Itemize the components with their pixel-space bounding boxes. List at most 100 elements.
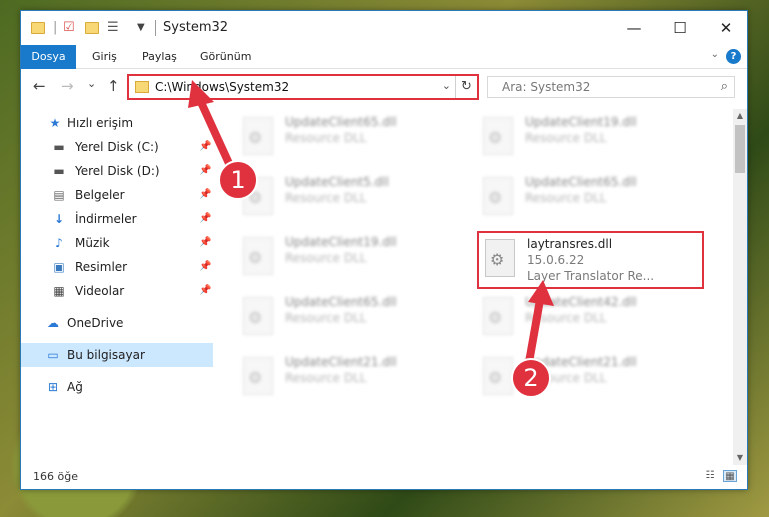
sidebar-item-label: Videolar	[75, 284, 125, 298]
tab-paylas[interactable]: Paylaş	[133, 45, 186, 69]
music-icon: ♪	[55, 236, 63, 250]
dll-file-icon: ⚙	[483, 357, 513, 395]
pin-icon[interactable]: 📌	[199, 159, 211, 183]
dll-file-icon: ⚙	[483, 177, 513, 215]
sidebar-item-label: Müzik	[75, 236, 110, 250]
pin-icon[interactable]: 📌	[199, 135, 211, 159]
sidebar-item-label: Belgeler	[75, 188, 125, 202]
download-icon: ↓	[53, 212, 65, 226]
file-name: UpdateClient65.dll	[525, 175, 637, 189]
file-item[interactable]: ⚙ UpdateClient21.dll Resource DLL	[477, 351, 697, 405]
close-button[interactable]: ✕	[703, 11, 749, 45]
tab-dosya[interactable]: Dosya	[21, 45, 76, 69]
star-icon: ★	[49, 116, 61, 130]
dll-file-icon: ⚙	[243, 117, 273, 155]
forward-button[interactable]: →	[61, 77, 74, 95]
file-item[interactable]: ⚙ UpdateClient19.dll Resource DLL	[237, 231, 457, 285]
sidebar-item-label: İndirmeler	[75, 212, 137, 226]
navigation-bar: ← → ⌄ ↑ C:\Windows\System32 ⌄ ↻ Ara: Sys…	[21, 69, 747, 105]
file-type: Resource DLL	[285, 251, 367, 265]
sidebar-item-this-pc[interactable]: ▭ Bu bilgisayar	[21, 343, 213, 367]
recent-locations-button[interactable]: ⌄	[87, 75, 96, 93]
item-count: 166 öğe	[33, 470, 78, 483]
back-button[interactable]: ←	[33, 77, 46, 95]
dll-file-icon: ⚙	[483, 117, 513, 155]
file-name: UpdateClient19.dll	[525, 115, 637, 129]
sidebar-item-label: Resimler	[75, 260, 128, 274]
sidebar-item-onedrive[interactable]: ☁ OneDrive	[21, 311, 213, 335]
address-path[interactable]: C:\Windows\System32	[155, 80, 289, 94]
search-input[interactable]: Ara: System32 ⌕	[487, 76, 735, 98]
title-separator	[155, 20, 156, 36]
sidebar-item-pictures[interactable]: ▣ Resimler 📌	[21, 255, 213, 279]
computer-icon: ▭	[47, 348, 59, 362]
pin-icon[interactable]: 📌	[199, 231, 211, 255]
file-name: UpdateClient65.dll	[285, 295, 397, 309]
scroll-up-icon[interactable]: ▲	[733, 109, 747, 123]
scroll-thumb[interactable]	[735, 125, 745, 173]
sidebar-item-network[interactable]: ⊞ Ağ	[21, 375, 213, 399]
file-item[interactable]: ⚙ UpdateClient65.dll Resource DLL	[477, 171, 697, 225]
customize-toolbar-icon[interactable]: ☰	[107, 21, 119, 35]
file-type: Resource DLL	[525, 311, 607, 325]
sidebar-item-quick-access[interactable]: ★ Hızlı erişim	[21, 111, 213, 135]
navigation-pane: ★ Hızlı erişim ▬ Yerel Disk (C:) 📌 ▬ Yer…	[21, 109, 213, 465]
tab-gorunum[interactable]: Görünüm	[191, 45, 260, 69]
dll-file-icon: ⚙	[243, 297, 273, 335]
file-type: Resource DLL	[525, 191, 607, 205]
file-item[interactable]: ⚙ UpdateClient5.dll Resource DLL	[237, 171, 457, 225]
pin-icon[interactable]: 📌	[199, 279, 211, 303]
file-name: UpdateClient65.dll	[285, 115, 397, 129]
tiles-view-icon[interactable]: ▦	[723, 470, 737, 482]
up-button[interactable]: ↑	[107, 77, 120, 95]
file-item[interactable]: ⚙ UpdateClient21.dll Resource DLL	[237, 351, 457, 405]
file-item[interactable]: ⚙ UpdateClient42.dll Resource DLL	[477, 291, 697, 345]
sidebar-item-label: Bu bilgisayar	[67, 348, 145, 362]
sidebar-item-label: Yerel Disk (C:)	[75, 140, 159, 154]
pin-icon[interactable]: 📌	[199, 207, 211, 231]
file-item[interactable]: ⚙ UpdateClient65.dll Resource DLL	[237, 111, 457, 165]
highlight-box	[477, 231, 704, 289]
file-type: Resource DLL	[525, 131, 607, 145]
refresh-button[interactable]: ↻	[455, 76, 477, 98]
file-name: UpdateClient5.dll	[285, 175, 389, 189]
address-bar[interactable]: C:\Windows\System32 ⌄ ↻	[127, 74, 479, 100]
sidebar-item-label: Ağ	[67, 380, 83, 394]
details-view-icon[interactable]: ☷	[703, 470, 717, 482]
sidebar-item-downloads[interactable]: ↓ İndirmeler 📌	[21, 207, 213, 231]
file-name: UpdateClient42.dll	[525, 295, 637, 309]
step-2-badge: 2	[511, 358, 551, 398]
file-item[interactable]: ⚙ UpdateClient19.dll Resource DLL	[477, 111, 697, 165]
quick-access-dropdown-icon[interactable]: ▼	[137, 21, 145, 35]
help-icon[interactable]: ?	[726, 49, 741, 64]
sidebar-item-music[interactable]: ♪ Müzik 📌	[21, 231, 213, 255]
file-item[interactable]: ⚙ UpdateClient65.dll Resource DLL	[237, 291, 457, 345]
new-folder-icon[interactable]	[85, 22, 99, 34]
pin-icon[interactable]: 📌	[199, 255, 211, 279]
expand-ribbon-icon[interactable]: ⌄	[711, 49, 719, 60]
dll-file-icon: ⚙	[243, 237, 273, 275]
scroll-down-icon[interactable]: ▼	[733, 451, 747, 465]
explorer-window: | ☑ ☰ ▼ System32 — ☐ ✕ Dosya Giriş Payla…	[20, 10, 748, 490]
sidebar-item-drive-d[interactable]: ▬ Yerel Disk (D:) 📌	[21, 159, 213, 183]
sidebar-item-videos[interactable]: ▦ Videolar 📌	[21, 279, 213, 303]
dll-file-icon: ⚙	[243, 357, 273, 395]
step-1-badge: 1	[218, 160, 258, 200]
sidebar-item-drive-c[interactable]: ▬ Yerel Disk (C:) 📌	[21, 135, 213, 159]
pin-icon[interactable]: 📌	[199, 183, 211, 207]
search-icon[interactable]: ⌕	[721, 79, 728, 94]
file-name: UpdateClient19.dll	[285, 235, 397, 249]
cloud-icon: ☁	[47, 316, 59, 330]
sidebar-item-label: Yerel Disk (D:)	[75, 164, 160, 178]
minimize-button[interactable]: —	[611, 11, 657, 45]
chevron-down-icon[interactable]: ⌄	[442, 79, 451, 92]
folder-icon	[135, 81, 149, 93]
file-name: UpdateClient21.dll	[285, 355, 397, 369]
maximize-button[interactable]: ☐	[657, 11, 703, 45]
file-type: Resource DLL	[285, 311, 367, 325]
tab-giris[interactable]: Giriş	[83, 45, 126, 69]
properties-check-icon[interactable]: ☑	[63, 21, 75, 35]
title-bar: | ☑ ☰ ▼ System32 — ☐ ✕	[21, 11, 747, 45]
vertical-scrollbar[interactable]: ▲ ▼	[733, 109, 747, 465]
sidebar-item-documents[interactable]: ▤ Belgeler 📌	[21, 183, 213, 207]
